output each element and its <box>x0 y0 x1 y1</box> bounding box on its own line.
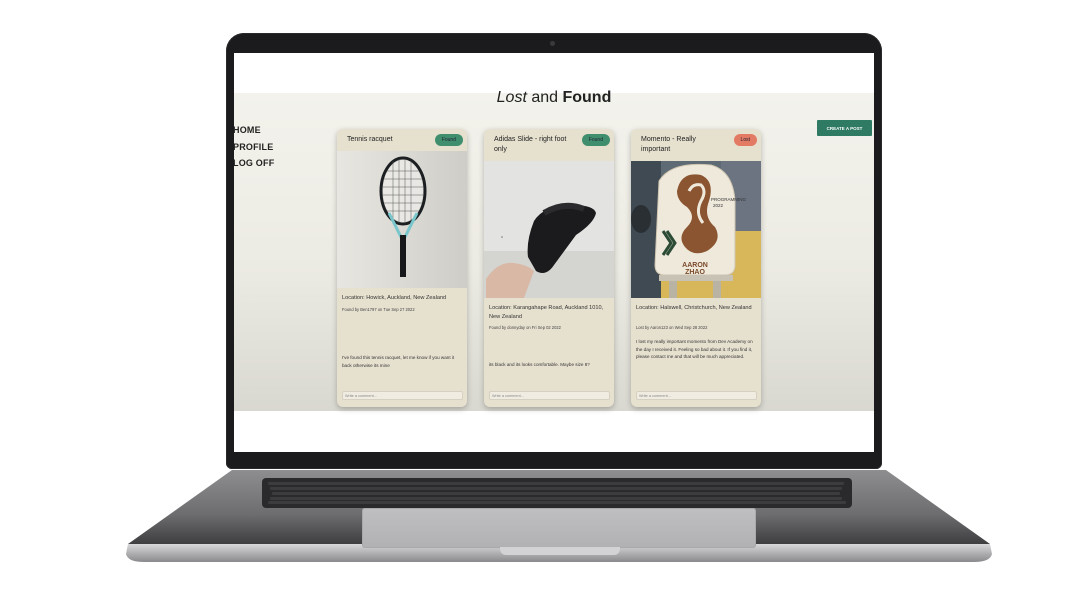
post-card[interactable]: Tennis racquet Found Location: Howick, A… <box>337 129 467 407</box>
post-title: Momento - Really important <box>641 136 696 153</box>
title-lost: Lost <box>496 89 527 106</box>
post-description: I've found this tennis racquet, let me k… <box>342 355 455 368</box>
post-title: Tennis racquet <box>347 136 393 143</box>
comment-input[interactable]: Write a comment... <box>342 391 463 400</box>
post-location: Location: Howick, Auckland, New Zealand <box>342 295 447 301</box>
post-lost-by: Lost by Aaron123 on Wed Sep 28 2022 <box>636 325 708 330</box>
adidas-slide-photo <box>484 161 614 298</box>
nav-home[interactable]: HOME <box>234 122 274 139</box>
trophy-text-program: PROGRAMMING <box>711 197 747 202</box>
create-post-button[interactable]: CREATE A POST <box>817 120 872 136</box>
status-badge: Lost <box>733 134 757 146</box>
title-and: and <box>526 89 563 106</box>
trophy-text-last: ZHAO <box>685 269 705 276</box>
post-card[interactable]: Momento - Really important Lost PROGRAMM… <box>631 129 761 407</box>
nav-log-off[interactable]: LOG OFF <box>234 155 274 172</box>
laptop-screen: Lost and Found HOME PROFILE LOG OFF CREA… <box>234 53 874 452</box>
status-badge: Found <box>434 134 463 146</box>
page-title: Lost and Found <box>234 89 874 107</box>
lid-notch <box>500 547 620 555</box>
comment-input[interactable]: Write a comment... <box>636 391 757 400</box>
title-found: Found <box>562 89 612 106</box>
comment-input[interactable]: Write a comment... <box>489 391 610 400</box>
post-description: its black and its looks comfortable. May… <box>489 362 590 367</box>
post-card[interactable]: Adidas Slide - right foot only Found Loc… <box>484 129 614 407</box>
lost-and-found-app: Lost and Found HOME PROFILE LOG OFF CREA… <box>234 89 874 411</box>
webcam <box>550 41 555 46</box>
nav-profile[interactable]: PROFILE <box>234 139 274 156</box>
momento-trophy-photo: PROGRAMMING 2022 AARON ZHAO <box>631 161 761 298</box>
status-badge: Found <box>581 134 610 146</box>
post-description: I lost my really important momento from … <box>636 339 753 359</box>
trackpad <box>362 508 756 548</box>
post-found-by: Found by donnyday on Fri Sep 02 2022 <box>489 325 561 330</box>
keyboard-keys <box>268 482 846 504</box>
trophy-text-first: AARON <box>682 262 708 269</box>
laptop-mockup: Lost and Found HOME PROFILE LOG OFF CREA… <box>0 0 1076 606</box>
post-found-by: Found by Ben1797 on Tue Sep 27 2022 <box>342 307 415 312</box>
tennis-racquet-photo <box>337 151 467 288</box>
post-location: Location: Halswell, Christchurch, New Ze… <box>636 305 752 311</box>
side-nav: HOME PROFILE LOG OFF <box>234 122 274 172</box>
trophy-text-year: 2022 <box>713 203 724 208</box>
post-location: Location: Karangahape Road, Auckland 101… <box>489 305 604 320</box>
post-title: Adidas Slide - right foot only <box>494 136 567 153</box>
